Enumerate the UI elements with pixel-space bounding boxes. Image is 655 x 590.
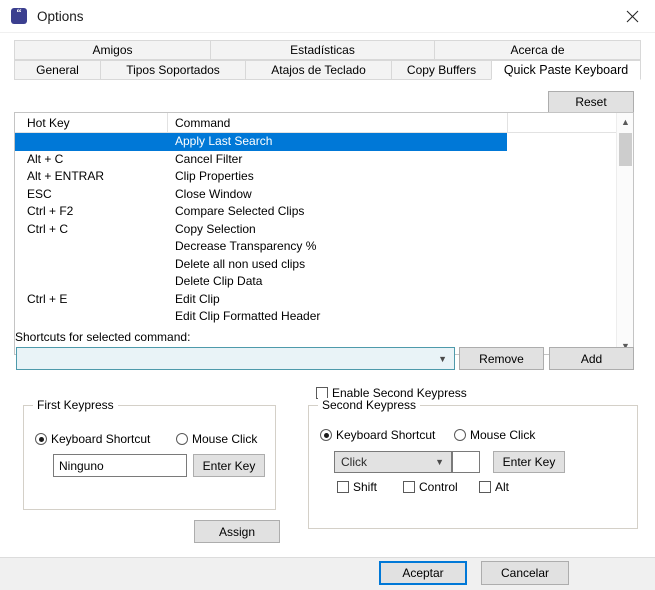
second-keypress-group: Second Keypress Keyboard Shortcut Mouse …	[308, 398, 638, 529]
table-row[interactable]: ESC Close Window	[15, 186, 633, 204]
radio-dot	[35, 433, 47, 445]
first-key-value: Ninguno	[59, 458, 104, 473]
table-row[interactable]: Alt + C Cancel Filter	[15, 151, 633, 169]
checkbox-box	[479, 481, 491, 493]
checkbox-box	[403, 481, 415, 493]
add-button[interactable]: Add	[549, 347, 634, 370]
row-hotkey: Ctrl + F2	[27, 204, 74, 218]
second-control-label: Control	[419, 480, 458, 494]
first-mouse-click-radio[interactable]: Mouse Click	[176, 432, 257, 446]
tab-tipos-soportados[interactable]: Tipos Soportados	[100, 60, 245, 80]
close-icon[interactable]	[609, 0, 655, 32]
second-keypress-title: Second Keypress	[318, 398, 421, 412]
second-key-textbox[interactable]	[452, 451, 480, 473]
first-mouse-click-label: Mouse Click	[192, 432, 258, 446]
table-row[interactable]: Alt + ENTRAR Clip Properties	[15, 168, 633, 186]
list-rows: Apply Last Search Alt + C Cancel Filter …	[15, 133, 633, 326]
chevron-down-icon: ▼	[438, 353, 447, 364]
tab-amigos[interactable]: Amigos	[14, 40, 210, 60]
radio-dot	[176, 433, 188, 445]
tab-atajos-de-teclado[interactable]: Atajos de Teclado	[245, 60, 391, 80]
app-quote-icon: “	[11, 8, 27, 24]
window-title: Options	[37, 8, 84, 24]
table-row-partial[interactable]: Edit Clip Formatted Header	[15, 308, 633, 326]
first-key-textbox[interactable]: Ninguno	[53, 454, 187, 477]
row-command: Compare Selected Clips	[175, 204, 305, 218]
row-command: Apply Last Search	[175, 134, 273, 148]
row-command: Clip Properties	[175, 169, 254, 183]
table-row[interactable]: Ctrl + F2 Compare Selected Clips	[15, 203, 633, 221]
scrollbar-thumb[interactable]	[619, 133, 632, 166]
row-command: Edit Clip Formatted Header	[175, 309, 321, 323]
column-divider-1[interactable]	[167, 113, 168, 133]
second-click-combo[interactable]: Click ▼	[334, 451, 452, 473]
row-command: Delete Clip Data	[175, 274, 263, 288]
second-keyboard-shortcut-label: Keyboard Shortcut	[336, 428, 436, 442]
first-keyboard-shortcut-label: Keyboard Shortcut	[51, 432, 151, 446]
row-command: Edit Clip	[175, 291, 220, 306]
second-alt-label: Alt	[495, 480, 510, 494]
scroll-up-icon[interactable]: ▲	[617, 113, 633, 130]
tab-copy-buffers[interactable]: Copy Buffers	[391, 60, 491, 80]
row-hotkey: Alt + C	[27, 151, 64, 166]
table-row[interactable]: Ctrl + C Copy Selection	[15, 221, 633, 239]
row-command: Cancel Filter	[175, 151, 243, 166]
tab-row-upper: Amigos Estadísticas Acerca de	[14, 40, 641, 60]
tab-acerca-de[interactable]: Acerca de	[434, 40, 641, 60]
shortcuts-label: Shortcuts for selected command:	[15, 330, 191, 344]
tab-strip: Amigos Estadísticas Acerca de General Ti…	[14, 40, 641, 80]
second-shift-label: Shift	[353, 480, 378, 494]
row-hotkey: Ctrl + E	[27, 291, 68, 306]
table-row[interactable]: Delete Clip Data	[15, 273, 633, 291]
options-dialog: Amigos Estadísticas Acerca de General Ti…	[0, 32, 655, 558]
accept-button[interactable]: Aceptar	[379, 561, 467, 585]
tab-row-lower: General Tipos Soportados Atajos de Tecla…	[14, 60, 641, 80]
row-hotkey: Ctrl + C	[27, 221, 69, 236]
row-command: Decrease Transparency %	[175, 239, 317, 253]
second-enter-key-button[interactable]: Enter Key	[493, 451, 565, 473]
second-shift-checkbox[interactable]: Shift	[337, 480, 377, 494]
cancel-button[interactable]: Cancelar	[481, 561, 569, 585]
table-row[interactable]: Ctrl + E Edit Clip	[15, 291, 633, 309]
second-click-combo-value: Click	[341, 455, 367, 469]
first-keyboard-shortcut-radio[interactable]: Keyboard Shortcut	[35, 432, 150, 446]
assign-button[interactable]: Assign	[194, 520, 280, 543]
table-row[interactable]: Decrease Transparency %	[15, 238, 633, 256]
list-header: Hot Key Command	[15, 113, 633, 133]
list-scrollbar[interactable]: ▲ ▼	[616, 113, 633, 354]
reset-button[interactable]: Reset	[548, 91, 634, 113]
second-mouse-click-radio[interactable]: Mouse Click	[454, 428, 535, 442]
row-hotkey: Alt + ENTRAR	[27, 169, 105, 183]
row-hotkey: ESC	[27, 186, 52, 201]
radio-dot	[320, 429, 332, 441]
title-bar: “ Options	[0, 0, 655, 32]
tab-quick-paste-keyboard[interactable]: Quick Paste Keyboard	[491, 60, 641, 80]
column-header-hot-key[interactable]: Hot Key	[27, 116, 70, 130]
first-enter-key-button[interactable]: Enter Key	[193, 454, 265, 477]
row-command: Delete all non used clips	[175, 256, 306, 271]
table-row[interactable]: Delete all non used clips	[15, 256, 633, 274]
tab-general[interactable]: General	[14, 60, 100, 80]
second-keyboard-shortcut-radio[interactable]: Keyboard Shortcut	[320, 428, 435, 442]
remove-button[interactable]: Remove	[459, 347, 544, 370]
checkbox-box	[337, 481, 349, 493]
column-divider-2[interactable]	[507, 113, 508, 133]
first-keypress-title: First Keypress	[33, 398, 118, 412]
chevron-down-icon: ▼	[435, 457, 444, 467]
column-header-command[interactable]: Command	[175, 116, 230, 130]
close-glyph	[626, 10, 638, 22]
second-mouse-click-label: Mouse Click	[470, 428, 536, 442]
tab-estadisticas[interactable]: Estadísticas	[210, 40, 434, 60]
second-control-checkbox[interactable]: Control	[403, 480, 458, 494]
shortcuts-combo[interactable]: ▼	[16, 347, 455, 370]
first-keypress-group: First Keypress Keyboard Shortcut Mouse C…	[23, 398, 276, 510]
radio-dot	[454, 429, 466, 441]
row-command: Close Window	[175, 186, 252, 201]
hotkey-list[interactable]: Hot Key Command Apply Last Search Alt + …	[14, 112, 634, 355]
table-row[interactable]: Apply Last Search	[15, 133, 507, 151]
row-command: Copy Selection	[175, 221, 256, 236]
second-alt-checkbox[interactable]: Alt	[479, 480, 509, 494]
